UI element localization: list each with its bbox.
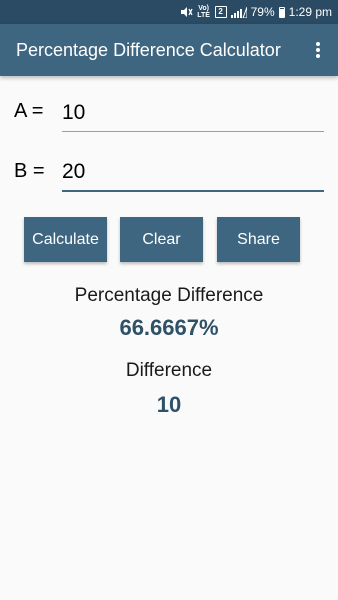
sim-badge: 2	[214, 6, 227, 18]
volte-icon: Vo) LTE	[197, 5, 211, 19]
field-b-label: B =	[14, 160, 45, 182]
field-b-input[interactable]	[62, 156, 324, 192]
battery-icon	[278, 6, 285, 18]
percentage-difference-label: Percentage Difference	[74, 285, 264, 306]
mute-icon	[180, 6, 193, 18]
status-time: 1:29 pm	[288, 5, 332, 19]
field-a-row: A =	[14, 96, 326, 136]
difference-label: Difference	[125, 360, 213, 381]
battery-percent: 79%	[250, 5, 275, 19]
more-vert-icon[interactable]	[308, 38, 328, 62]
field-a-input[interactable]	[62, 96, 324, 132]
sim-number: 2	[214, 6, 227, 18]
field-a-label: A =	[14, 100, 44, 122]
status-bar: Vo) LTE 2 79% 1:29 pm	[0, 0, 338, 24]
lte-label: Vo) LTE	[197, 5, 210, 19]
app-title: Percentage Difference Calculator	[16, 39, 281, 60]
difference-value: 10	[156, 392, 182, 417]
share-button[interactable]: Share	[217, 217, 300, 262]
percentage-difference-value: 66.6667%	[119, 315, 219, 340]
signal-icon	[230, 6, 247, 18]
field-b-row: B =	[14, 156, 326, 196]
calculate-button[interactable]: Calculate	[24, 217, 107, 262]
app-bar: Percentage Difference Calculator	[0, 24, 338, 76]
clear-button[interactable]: Clear	[120, 217, 203, 262]
